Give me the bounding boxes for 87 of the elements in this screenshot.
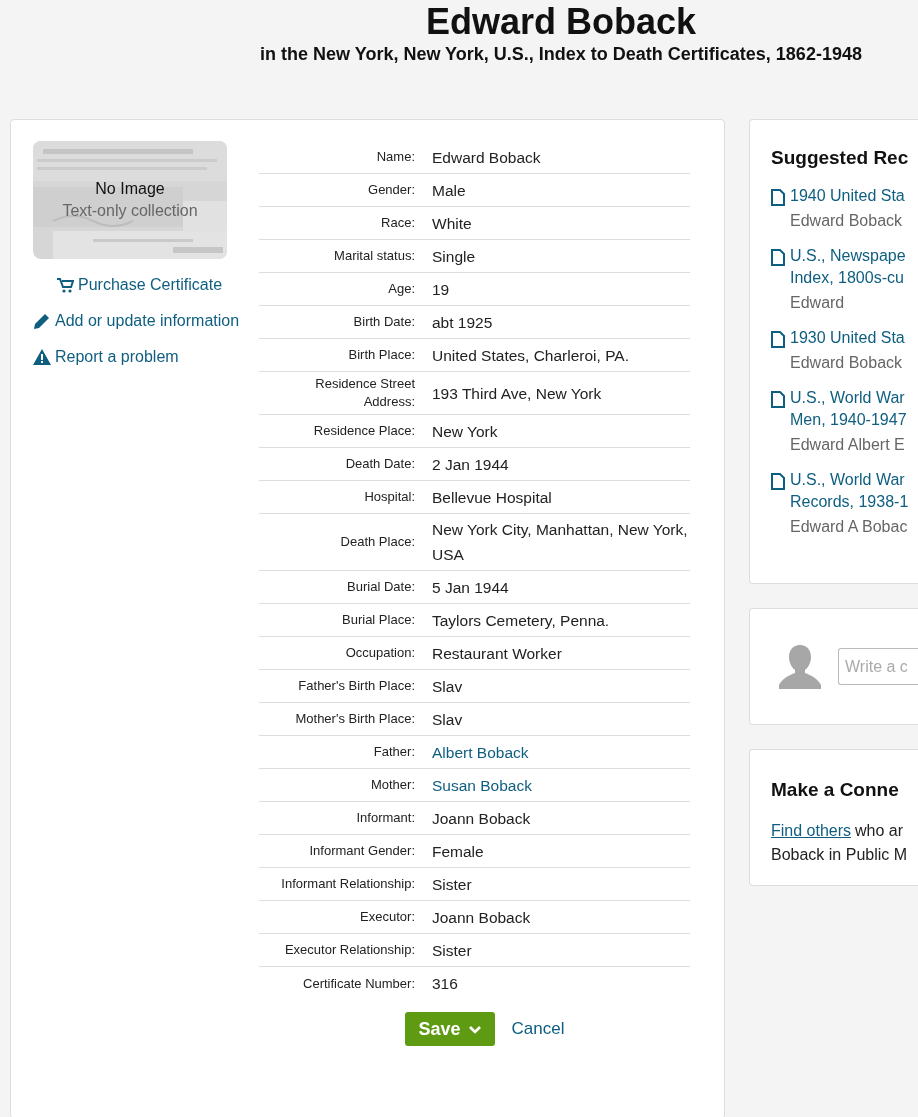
field-label: Mother: [369, 776, 415, 794]
field-label: Hospital: [363, 488, 415, 506]
record-person: Edward Boback [790, 210, 904, 231]
section-heading: Suggested Rec [771, 146, 910, 170]
field-label: Name: [375, 148, 415, 166]
field-label: Age: [387, 280, 415, 298]
field-value: White [432, 213, 472, 234]
field-label: Certificate Number: [302, 974, 415, 993]
connect-text: Boback in Public M [771, 844, 909, 865]
record-link[interactable]: Records, 1938-1 [790, 490, 909, 513]
record-person: Edward [790, 292, 846, 313]
field-value: Edward Boback [432, 147, 541, 168]
record-person: Edward Albert E [790, 434, 906, 455]
field-value: 316 [432, 974, 458, 994]
document-icon [771, 472, 785, 490]
document-icon [771, 188, 785, 206]
record-person: Edward A Bobac [790, 516, 909, 537]
record-link[interactable]: U.S., World War [790, 386, 907, 409]
pencil-icon [33, 312, 51, 330]
record-link[interactable]: Index, 1800s-cu [790, 266, 906, 289]
field-label: Mother's Birth Place: [294, 710, 415, 728]
field-label: Residence Street Address: [314, 375, 415, 411]
field-value: 2 Jan 1944 [432, 454, 509, 475]
action-link[interactable]: Report a problem [55, 345, 179, 369]
cancel-link[interactable]: Cancel [511, 1016, 565, 1042]
record-person: Edward Boback [790, 352, 904, 373]
field-value: Female [432, 841, 484, 862]
page-title: Edward Boback [424, 2, 698, 42]
field-label: Executor Relationship: [283, 941, 415, 959]
field-value: Joann Boback [432, 907, 531, 928]
chevron-down-icon [468, 1024, 481, 1034]
record-link[interactable]: U.S., World War [790, 468, 909, 491]
person-link[interactable]: Albert Boback [432, 739, 529, 765]
document-icon [771, 390, 785, 408]
field-value: abt 1925 [432, 312, 493, 333]
field-label: Occupation: [344, 644, 415, 662]
record-link[interactable]: 1930 United Sta [790, 326, 905, 349]
field-value: Bellevue Hospital [432, 487, 552, 508]
field-label: Death Place: [339, 533, 415, 551]
field-label: Race: [380, 214, 415, 232]
field-value: New York City, Manhattan, New York, USA [432, 520, 689, 565]
field-value: Sister [432, 940, 472, 961]
field-value: Joann Boback [432, 808, 531, 829]
cart-icon [57, 277, 74, 293]
action-link[interactable]: Add or update information [55, 309, 240, 333]
field-label: Death Date: [344, 455, 415, 473]
comment-field[interactable]: Write a c [838, 648, 918, 685]
find-others-link[interactable]: Find others [771, 818, 852, 843]
connect-text: who ar [855, 820, 904, 841]
field-value: Slav [432, 676, 463, 697]
field-value: Sister [432, 874, 472, 895]
field-label: Informant Relationship: [280, 875, 415, 893]
field-label: Informant: [355, 809, 415, 827]
field-label: Informant Gender: [308, 842, 415, 860]
field-label: Father's Birth Place: [297, 677, 415, 695]
field-label: Birth Date: [352, 313, 415, 331]
field-value: Male [432, 180, 466, 201]
field-value: Single [432, 246, 476, 267]
field-label: Marital status: [333, 247, 415, 265]
field-value: 19 [432, 279, 450, 300]
field-value: New York [432, 421, 498, 442]
field-label: Burial Place: [341, 611, 415, 629]
field-label: Birth Place: [347, 346, 415, 364]
image-status: No Image [95, 179, 165, 199]
section-heading: Make a Conne [771, 778, 900, 802]
person-link[interactable]: Susan Boback [432, 772, 532, 798]
record-link[interactable]: U.S., Newspape [790, 244, 906, 267]
avatar-icon [778, 642, 822, 691]
document-icon [771, 248, 785, 266]
action-link[interactable]: Purchase Certificate [78, 273, 223, 297]
field-label: Residence Place: [312, 422, 415, 440]
field-value: Slav [432, 709, 463, 730]
field-value: Taylors Cemetery, Penna. [432, 610, 610, 631]
field-value: 193 Third Ave, New York [432, 383, 602, 404]
field-label: Father: [372, 743, 415, 761]
record-link[interactable]: Men, 1940-1947 [790, 408, 907, 431]
field-label: Executor: [359, 908, 415, 926]
record-link[interactable]: 1940 United Sta [790, 184, 905, 207]
field-label: Gender: [367, 181, 415, 199]
field-label: Burial Date: [346, 578, 415, 596]
page-subtitle: in the New York, New York, U.S., Index to Death Certificates, 1862-1948 [259, 43, 863, 66]
field-value: United States, Charleroi, PA. [432, 345, 629, 366]
field-value: Restaurant Worker [432, 643, 562, 664]
image-caption: Text-only collection [62, 201, 198, 221]
field-value: 5 Jan 1944 [432, 577, 509, 598]
warning-icon [33, 349, 51, 365]
document-icon [771, 330, 785, 348]
